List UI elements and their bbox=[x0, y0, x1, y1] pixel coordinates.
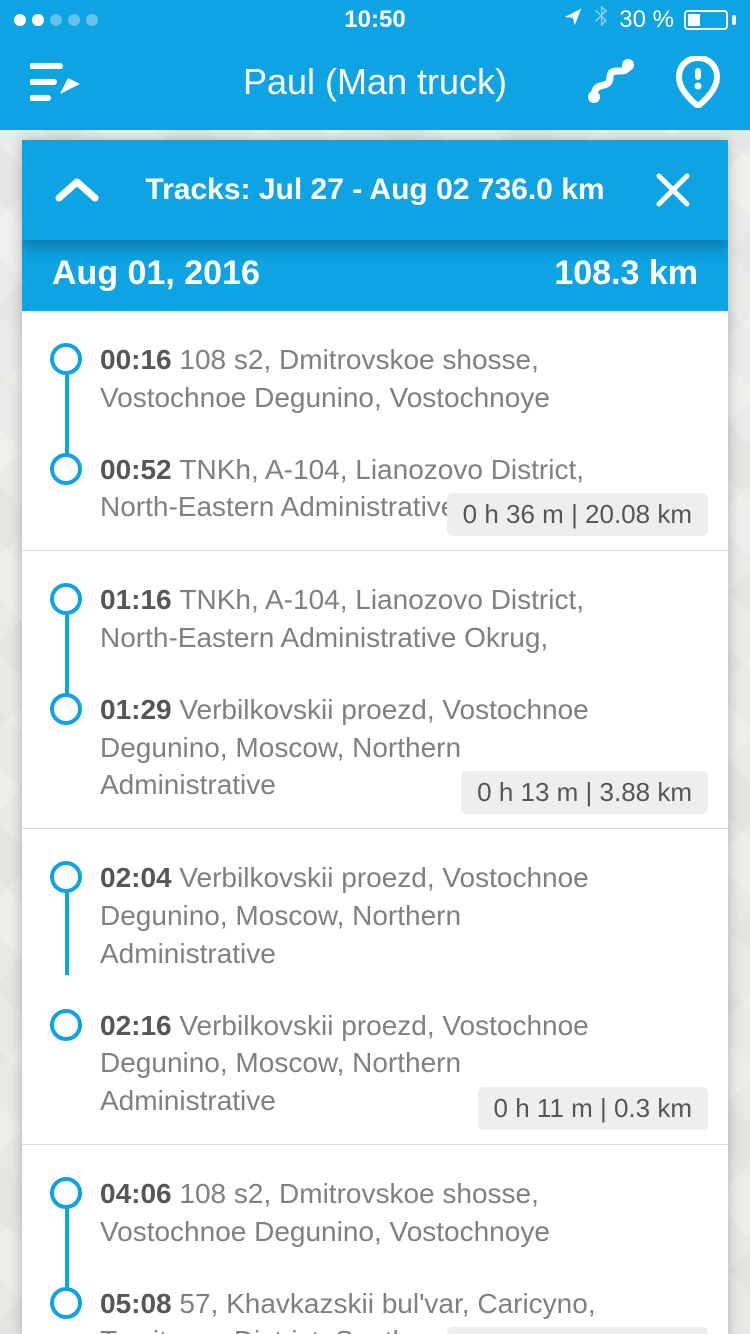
start-point-icon bbox=[50, 861, 82, 893]
track-segment[interactable]: 00:16 108 s2, Dmitrovskoe shosse, Vostoc… bbox=[22, 311, 728, 551]
start-point-icon bbox=[50, 583, 82, 615]
segment-start: 02:04 Verbilkovskii proezd, Vostochnoe D… bbox=[100, 859, 640, 972]
chevron-up-icon[interactable] bbox=[52, 176, 102, 204]
close-icon[interactable] bbox=[648, 170, 698, 210]
track-segment[interactable]: 01:16 TNKh, A-104, Lianozovo District, N… bbox=[22, 551, 728, 829]
start-point-icon bbox=[50, 1177, 82, 1209]
nav-title: Paul (Man truck) bbox=[0, 61, 750, 103]
segment-start: 01:16 TNKh, A-104, Lianozovo District, N… bbox=[100, 581, 640, 657]
end-point-icon bbox=[50, 1287, 82, 1319]
end-point-icon bbox=[50, 1009, 82, 1041]
segment-start: 04:06 108 s2, Dmitrovskoe shosse, Vostoc… bbox=[100, 1175, 640, 1251]
panel-distance: 108.3 km bbox=[554, 254, 698, 293]
end-point-icon bbox=[50, 693, 82, 725]
duration-badge: 0 h 36 m | 20.08 km bbox=[447, 493, 708, 536]
duration-badge: 1 h 02 m | 40.46 km bbox=[447, 1327, 708, 1334]
panel-date: Aug 01, 2016 bbox=[52, 254, 260, 293]
track-segment[interactable]: 02:04 Verbilkovskii proezd, Vostochnoe D… bbox=[22, 829, 728, 1145]
start-point-icon bbox=[50, 343, 82, 375]
nav-bar: Paul (Man truck) bbox=[0, 40, 750, 130]
tracks-panel: Tracks: Jul 27 - Aug 02 736.0 km Aug 01,… bbox=[22, 140, 728, 1334]
bluetooth-icon bbox=[593, 5, 609, 36]
panel-header[interactable]: Tracks: Jul 27 - Aug 02 736.0 km bbox=[22, 140, 728, 240]
panel-header-title: Tracks: Jul 27 - Aug 02 736.0 km bbox=[102, 173, 648, 207]
panel-subheader: Aug 01, 2016 108.3 km bbox=[22, 240, 728, 311]
end-point-icon bbox=[50, 453, 82, 485]
duration-badge: 0 h 11 m | 0.3 km bbox=[478, 1087, 708, 1130]
segment-start: 00:16 108 s2, Dmitrovskoe shosse, Vostoc… bbox=[100, 341, 640, 417]
status-time: 10:50 bbox=[0, 6, 750, 34]
track-segment[interactable]: 04:06 108 s2, Dmitrovskoe shosse, Vostoc… bbox=[22, 1145, 728, 1334]
segments-list[interactable]: 00:16 108 s2, Dmitrovskoe shosse, Vostoc… bbox=[22, 311, 728, 1334]
duration-badge: 0 h 13 m | 3.88 km bbox=[461, 771, 708, 814]
status-bar: 10:50 30 % bbox=[0, 0, 750, 40]
